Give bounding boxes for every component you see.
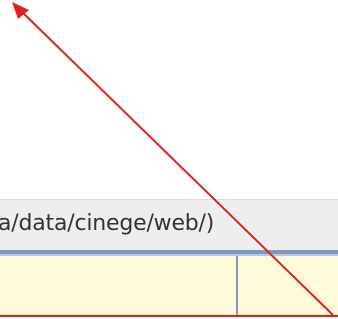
annotation-overlay (12, 2, 334, 316)
annotation-line (19, 9, 334, 316)
screenshot-canvas: a/data/cinege/web/) (0, 0, 338, 319)
